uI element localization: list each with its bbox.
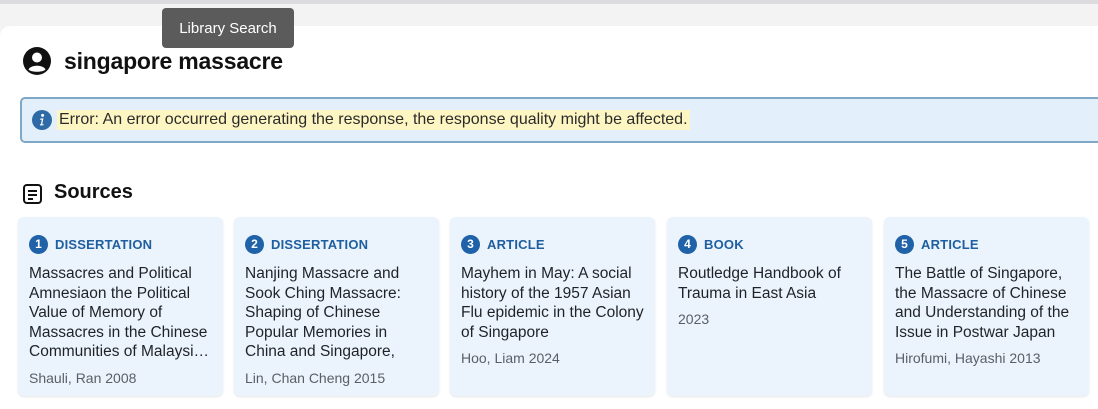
error-alert: Error: An error occurred generating the …	[20, 97, 1098, 143]
source-meta: Hoo, Liam 2024	[461, 350, 560, 366]
card-header: 4 BOOK	[678, 233, 862, 255]
document-icon	[23, 183, 42, 204]
source-card-3[interactable]: 3 ARTICLE Mayhem in May: A social histor…	[450, 217, 655, 396]
source-card-2[interactable]: 2 DISSERTATION Nanjing Massacre and Sook…	[234, 217, 439, 396]
source-type: ARTICLE	[921, 236, 979, 252]
source-title: Mayhem in May: A social history of the 1…	[461, 265, 644, 341]
query-header: singapore massacre	[22, 44, 283, 78]
source-card-5[interactable]: 5 ARTICLE The Battle of Singapore, the M…	[884, 217, 1089, 396]
source-type: DISSERTATION	[271, 236, 369, 252]
library-search-tooltip: Library Search	[162, 8, 294, 48]
source-type: DISSERTATION	[55, 236, 153, 252]
source-meta: Hirofumi, Hayashi 2013	[895, 350, 1041, 366]
source-meta: Lin, Chan Cheng 2015	[245, 370, 386, 386]
card-header: 2 DISSERTATION	[245, 233, 429, 255]
source-title: Nanjing Massacre and Sook Ching Massacre…	[245, 265, 401, 360]
source-meta: 2023	[678, 311, 710, 327]
source-number-badge: 4	[678, 234, 697, 254]
source-number-badge: 2	[245, 234, 264, 254]
source-type: ARTICLE	[487, 236, 545, 252]
query-text: singapore massacre	[64, 47, 283, 74]
source-number-badge: 5	[895, 234, 914, 254]
source-number-badge: 1	[29, 234, 48, 254]
card-header: 3 ARTICLE	[461, 233, 645, 255]
card-header: 5 ARTICLE	[895, 233, 1079, 255]
alert-message: Error: An error occurred generating the …	[57, 110, 690, 130]
source-type: BOOK	[704, 236, 744, 252]
source-meta: Shauli, Ran 2008	[29, 369, 137, 386]
top-bar	[0, 0, 1098, 4]
source-title: Massacres and Political Amnesiaon the Po…	[29, 265, 210, 360]
sources-header: Sources	[22, 178, 133, 206]
source-title: Routledge Handbook of Trauma in East Asi…	[678, 265, 841, 302]
user-circle-icon	[23, 47, 51, 75]
sources-title: Sources	[54, 180, 133, 203]
source-number-badge: 3	[461, 234, 480, 254]
info-icon	[32, 110, 52, 130]
source-card-4[interactable]: 4 BOOK Routledge Handbook of Trauma in E…	[667, 217, 872, 396]
source-title: The Battle of Singapore, the Massacre of…	[895, 265, 1070, 341]
source-card-1[interactable]: 1 DISSERTATION Massacres and Political A…	[18, 217, 223, 396]
card-header: 1 DISSERTATION	[29, 233, 213, 255]
